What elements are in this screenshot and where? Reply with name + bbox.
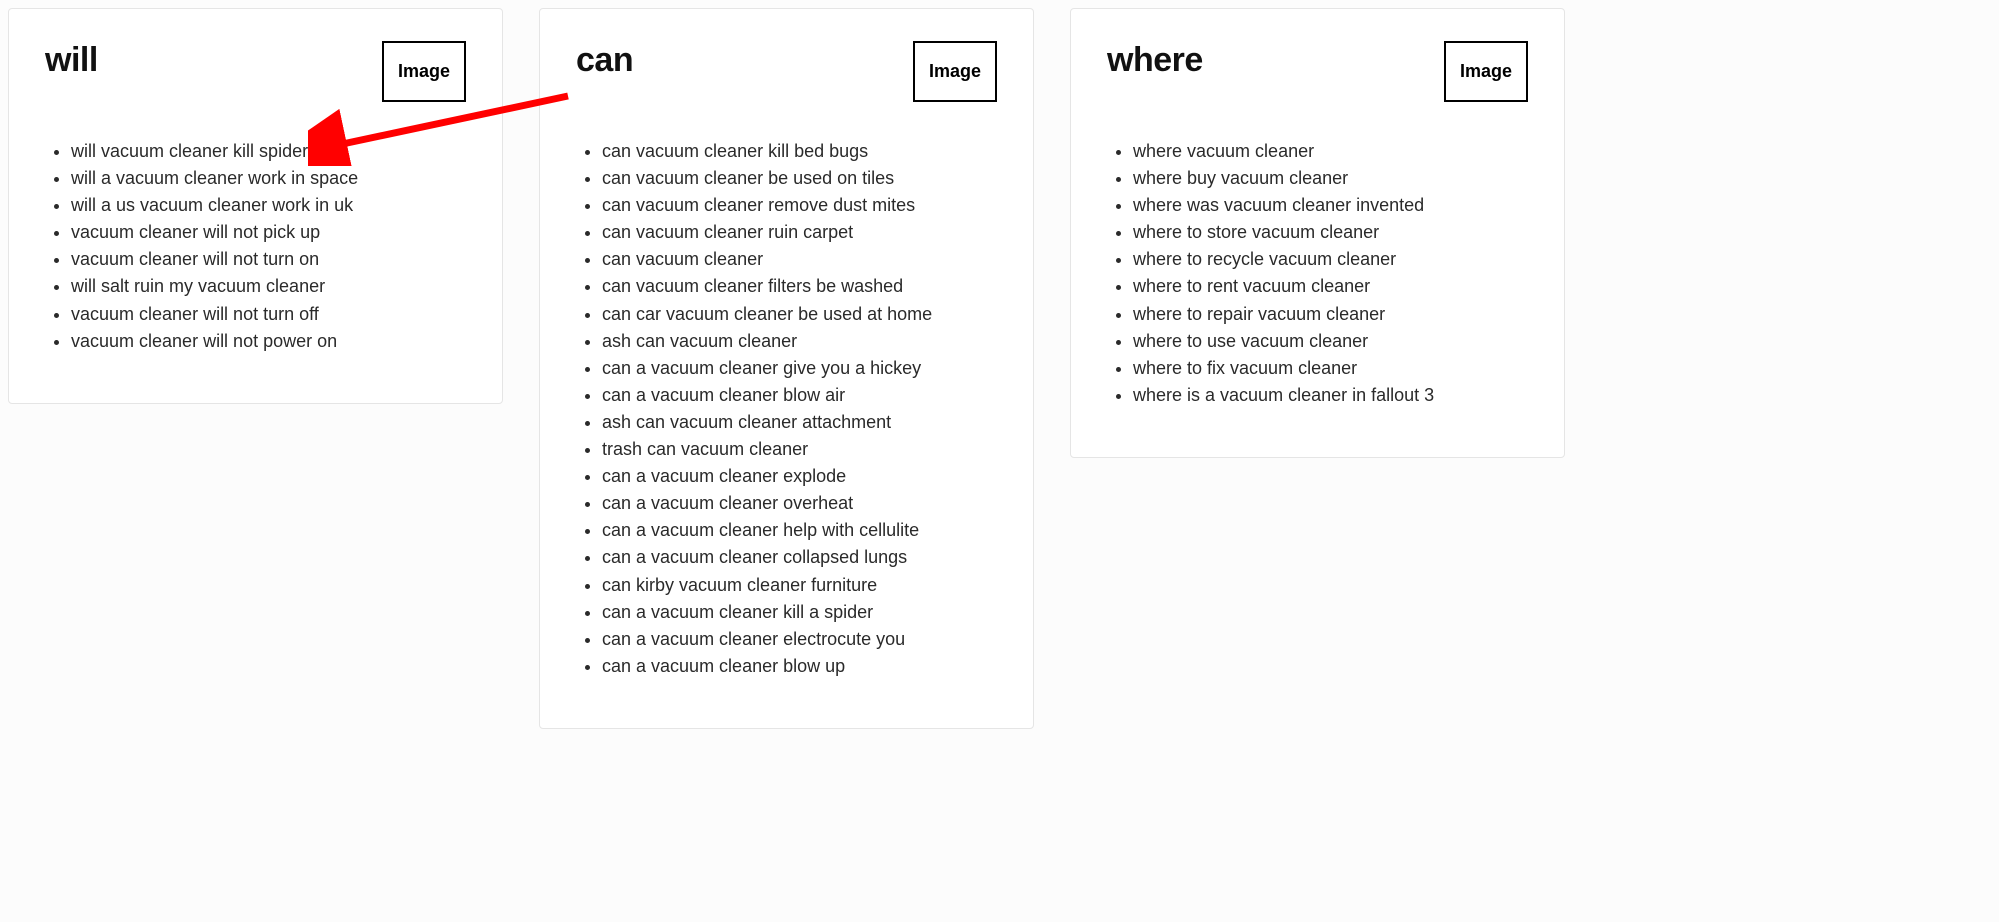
list-item[interactable]: vacuum cleaner will not turn on bbox=[71, 246, 466, 272]
card-list-will: will vacuum cleaner kill spider will a v… bbox=[45, 138, 466, 354]
list-item[interactable]: can a vacuum cleaner explode bbox=[602, 463, 997, 489]
list-item[interactable]: will salt ruin my vacuum cleaner bbox=[71, 273, 466, 299]
list-item[interactable]: where to recycle vacuum cleaner bbox=[1133, 246, 1528, 272]
card-where: where Image where vacuum cleaner where b… bbox=[1070, 8, 1565, 458]
card-list-can: can vacuum cleaner kill bed bugs can vac… bbox=[576, 138, 997, 679]
list-item[interactable]: can vacuum cleaner ruin carpet bbox=[602, 219, 997, 245]
list-item[interactable]: where was vacuum cleaner invented bbox=[1133, 192, 1528, 218]
list-item[interactable]: can a vacuum cleaner collapsed lungs bbox=[602, 544, 997, 570]
list-item[interactable]: ash can vacuum cleaner attachment bbox=[602, 409, 997, 435]
image-button[interactable]: Image bbox=[913, 41, 997, 102]
list-item[interactable]: can vacuum cleaner be used on tiles bbox=[602, 165, 997, 191]
list-item[interactable]: can a vacuum cleaner kill a spider bbox=[602, 599, 997, 625]
list-item[interactable]: will a us vacuum cleaner work in uk bbox=[71, 192, 466, 218]
list-item[interactable]: can vacuum cleaner remove dust mites bbox=[602, 192, 997, 218]
list-item[interactable]: vacuum cleaner will not power on bbox=[71, 328, 466, 354]
list-item[interactable]: ash can vacuum cleaner bbox=[602, 328, 997, 354]
card-header: can Image bbox=[576, 41, 997, 102]
list-item[interactable]: can kirby vacuum cleaner furniture bbox=[602, 572, 997, 598]
list-item[interactable]: can car vacuum cleaner be used at home bbox=[602, 301, 997, 327]
list-item[interactable]: will vacuum cleaner kill spider bbox=[71, 138, 466, 164]
card-list-where: where vacuum cleaner where buy vacuum cl… bbox=[1107, 138, 1528, 408]
card-will: will Image will vacuum cleaner kill spid… bbox=[8, 8, 503, 404]
list-item[interactable]: where to store vacuum cleaner bbox=[1133, 219, 1528, 245]
card-header: will Image bbox=[45, 41, 466, 102]
list-item[interactable]: will a vacuum cleaner work in space bbox=[71, 165, 466, 191]
list-item[interactable]: where to repair vacuum cleaner bbox=[1133, 301, 1528, 327]
list-item[interactable]: can a vacuum cleaner blow air bbox=[602, 382, 997, 408]
list-item[interactable]: can vacuum cleaner filters be washed bbox=[602, 273, 997, 299]
list-item[interactable]: can a vacuum cleaner overheat bbox=[602, 490, 997, 516]
list-item[interactable]: vacuum cleaner will not pick up bbox=[71, 219, 466, 245]
list-item[interactable]: vacuum cleaner will not turn off bbox=[71, 301, 466, 327]
list-item[interactable]: can a vacuum cleaner help with cellulite bbox=[602, 517, 997, 543]
card-header: where Image bbox=[1107, 41, 1528, 102]
list-item[interactable]: where to fix vacuum cleaner bbox=[1133, 355, 1528, 381]
list-item[interactable]: can a vacuum cleaner blow up bbox=[602, 653, 997, 679]
list-item[interactable]: can vacuum cleaner kill bed bugs bbox=[602, 138, 997, 164]
card-title: will bbox=[45, 41, 98, 80]
image-button[interactable]: Image bbox=[382, 41, 466, 102]
card-title: can bbox=[576, 41, 633, 80]
list-item[interactable]: where is a vacuum cleaner in fallout 3 bbox=[1133, 382, 1528, 408]
list-item[interactable]: where buy vacuum cleaner bbox=[1133, 165, 1528, 191]
image-button[interactable]: Image bbox=[1444, 41, 1528, 102]
card-can: can Image can vacuum cleaner kill bed bu… bbox=[539, 8, 1034, 729]
list-item[interactable]: where to use vacuum cleaner bbox=[1133, 328, 1528, 354]
list-item[interactable]: where to rent vacuum cleaner bbox=[1133, 273, 1528, 299]
cards-container: will Image will vacuum cleaner kill spid… bbox=[8, 8, 1991, 729]
list-item[interactable]: can a vacuum cleaner give you a hickey bbox=[602, 355, 997, 381]
list-item[interactable]: can vacuum cleaner bbox=[602, 246, 997, 272]
list-item[interactable]: trash can vacuum cleaner bbox=[602, 436, 997, 462]
list-item[interactable]: can a vacuum cleaner electrocute you bbox=[602, 626, 997, 652]
card-title: where bbox=[1107, 41, 1203, 80]
list-item[interactable]: where vacuum cleaner bbox=[1133, 138, 1528, 164]
